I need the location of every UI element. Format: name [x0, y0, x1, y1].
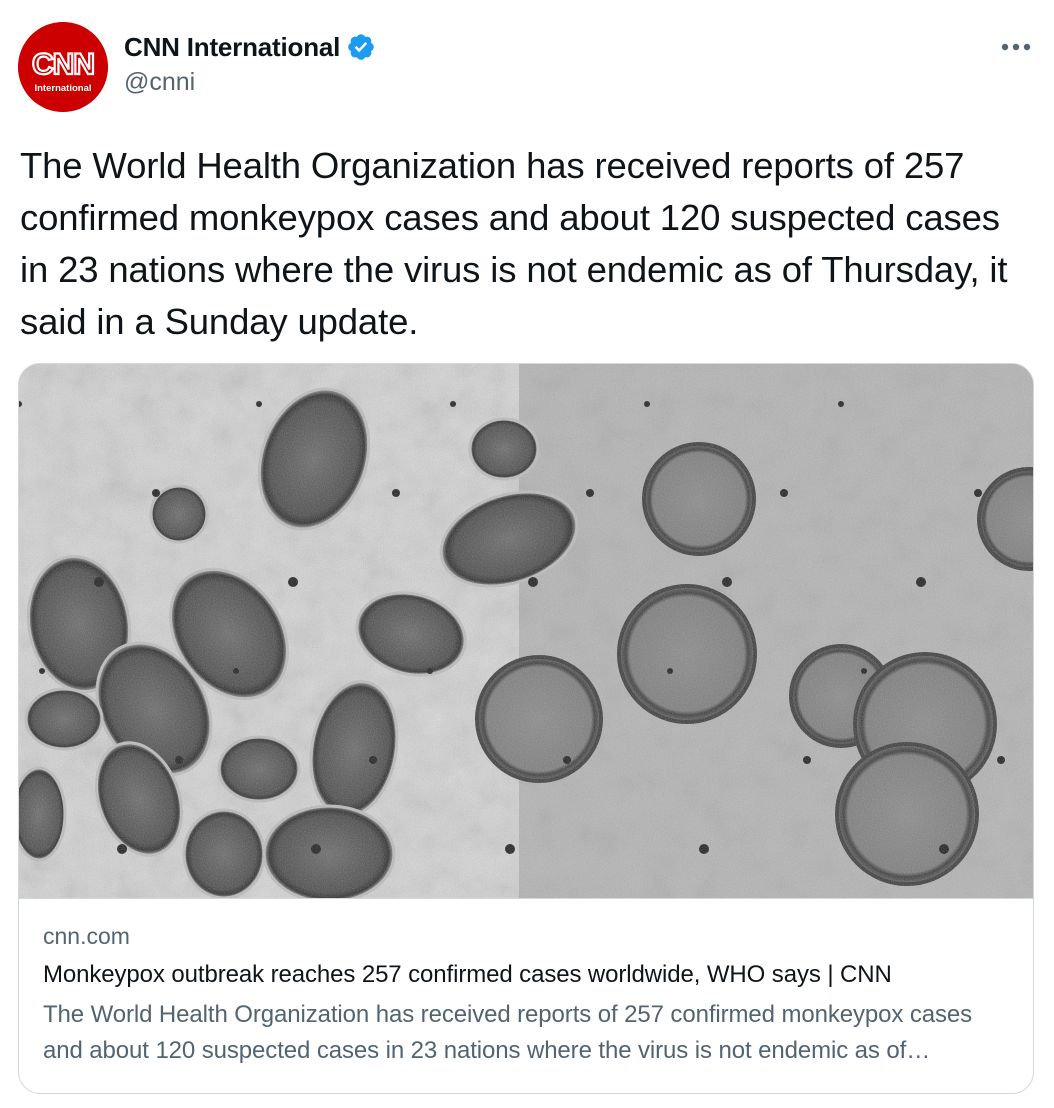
avatar[interactable]: CNN International [18, 22, 108, 112]
more-horizontal-icon [1001, 43, 1031, 51]
card-description: The World Health Organization has receiv… [43, 1001, 973, 1064]
more-options-button[interactable] [998, 32, 1034, 62]
card-domain: cnn.com [43, 923, 130, 949]
card-title: Monkeypox outbreak reaches 257 confirmed… [43, 961, 892, 988]
display-name[interactable]: CNN International [124, 32, 340, 63]
author-block: CNN International @cnni [124, 30, 376, 97]
tweet: CNN International CNN International @cnn… [0, 0, 1054, 1108]
link-preview-card[interactable]: cnn.com Monkeypox outbreak reaches 257 c… [18, 363, 1034, 1094]
verified-badge-icon [346, 32, 376, 62]
svg-text:International: International [34, 83, 91, 94]
tweet-text: The World Health Organization has receiv… [20, 145, 1008, 342]
monkeypox-micrograph-image [19, 364, 1033, 898]
handle[interactable]: @cnni [124, 68, 376, 97]
svg-text:CNN: CNN [32, 48, 94, 81]
card-image[interactable] [19, 364, 1033, 899]
name-row: CNN International [124, 30, 376, 64]
cnn-international-logo: CNN International [18, 22, 108, 112]
